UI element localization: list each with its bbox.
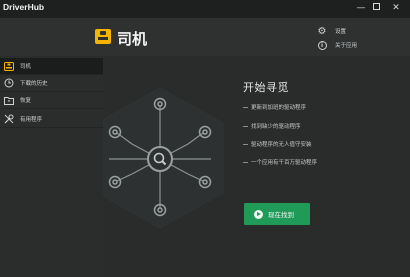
feature-text: 一个应用有千百万驱动程序 xyxy=(251,160,318,166)
scan-now-label: 现在找到 xyxy=(268,211,294,219)
sidebar-item-label: 下载的历史 xyxy=(20,81,48,87)
feature-item: 找到缺少的驱动程序 xyxy=(243,122,301,130)
feature-item: 一个应用有千百万驱动程序 xyxy=(243,158,317,166)
driver-box-icon xyxy=(95,29,111,44)
dash-icon xyxy=(243,143,248,145)
about-label: 关于应用 xyxy=(335,43,358,49)
dash-icon xyxy=(243,161,248,163)
sidebar-item-restore[interactable]: 恢复 xyxy=(0,92,103,109)
start-search-title: 开始寻觅 xyxy=(243,81,289,94)
sidebar-item-download-history[interactable]: 下载的历史 xyxy=(0,75,103,92)
feature-item: 驱动程序的无人值守安装 xyxy=(243,140,312,148)
feature-text: 找到缺少的驱动程序 xyxy=(251,124,301,130)
feature-text: 驱动程序的无人值守安装 xyxy=(251,142,312,148)
maximize-icon xyxy=(372,3,380,10)
sidebar-item-label: 司机 xyxy=(20,64,32,70)
feature-item: 更新到加班的驱动程序 xyxy=(243,103,306,111)
feature-text: 更新到加班的驱动程序 xyxy=(251,105,307,111)
main-panel: 开始寻觅 更新到加班的驱动程序 找到缺少的驱动程序 驱动程序的无人值守安装 一个… xyxy=(103,56,410,277)
sidebar: 司机 下载的历史 恢复 有用程序 xyxy=(0,56,103,277)
settings-label: 设置 xyxy=(335,29,347,35)
sidebar-item-tools[interactable]: 有用程序 xyxy=(0,111,103,128)
title-bar: DriverHub — ✕ xyxy=(0,0,410,18)
sidebar-item-label: 恢复 xyxy=(20,98,32,104)
about-button[interactable]: i 关于应用 xyxy=(316,38,357,52)
app-name: DriverHub xyxy=(3,2,45,12)
maximize-button[interactable] xyxy=(370,2,382,15)
settings-button[interactable]: ⚙ 设置 xyxy=(316,24,347,38)
dash-icon xyxy=(243,106,248,108)
scan-now-button[interactable]: 现在找到 xyxy=(244,203,310,225)
sidebar-item-drivers[interactable]: 司机 xyxy=(0,58,103,75)
dash-icon xyxy=(243,125,248,127)
clock-icon xyxy=(3,77,15,89)
folder-icon xyxy=(3,94,15,106)
play-icon xyxy=(254,209,263,219)
header-bar: ⚙ 设置 i 关于应用 xyxy=(0,18,410,56)
driver-box-icon xyxy=(3,60,15,72)
minimize-button[interactable]: — xyxy=(355,2,367,15)
info-icon: i xyxy=(316,39,328,51)
search-node-icon xyxy=(147,146,173,172)
tools-icon xyxy=(3,113,15,125)
close-button[interactable]: ✕ xyxy=(390,2,402,15)
sidebar-item-label: 有用程序 xyxy=(20,117,43,123)
gear-icon: ⚙ xyxy=(317,25,327,37)
page-title: 司机 xyxy=(117,30,148,48)
driver-network-illustration xyxy=(103,87,224,229)
